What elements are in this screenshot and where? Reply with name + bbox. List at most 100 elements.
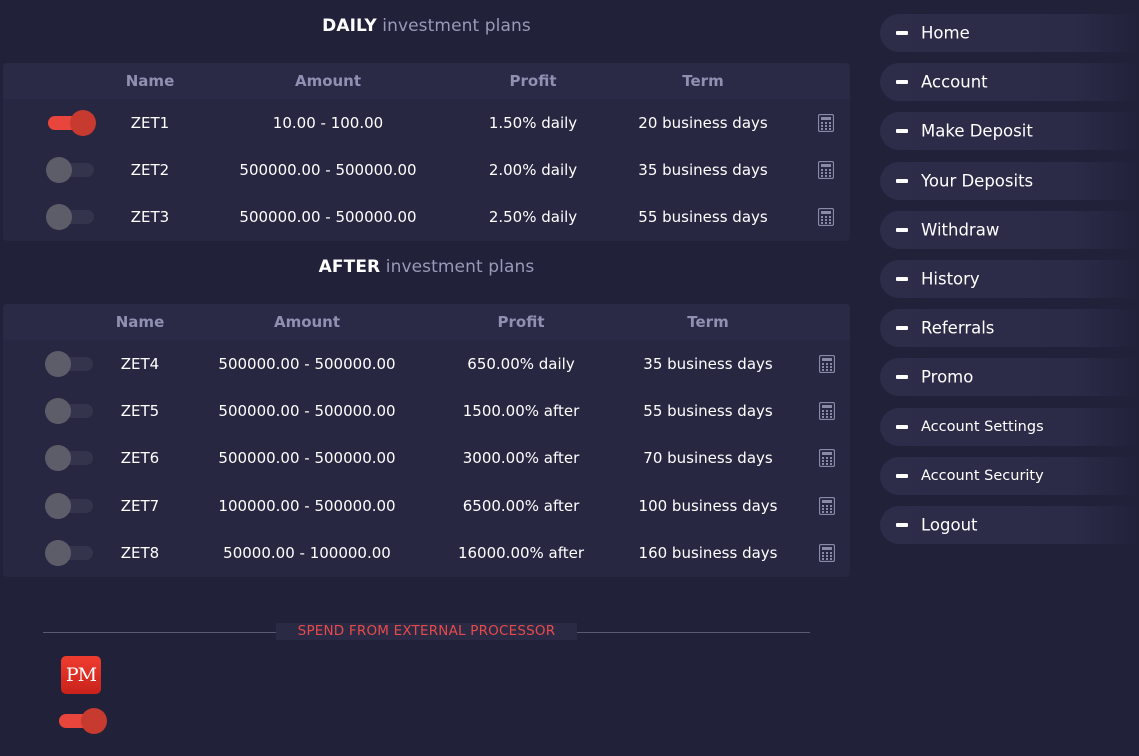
plan-select-toggle[interactable] xyxy=(45,445,93,472)
plan-select-toggle[interactable] xyxy=(45,492,93,519)
dash-icon xyxy=(896,522,908,527)
calculator-icon[interactable] xyxy=(818,496,836,515)
dash-icon xyxy=(896,80,908,85)
calculator-icon[interactable] xyxy=(817,113,835,132)
daily-plans-title: DAILY investment plans xyxy=(3,16,850,36)
dash-icon xyxy=(896,178,908,183)
sidebar-item-your-deposits[interactable]: Your Deposits xyxy=(880,161,1139,200)
table-row: ZET5 500000.00 - 500000.00 1500.00% after 5… xyxy=(3,387,850,434)
table-row: ZET7 100000.00 - 500000.00 6500.00% after 1… xyxy=(3,482,850,529)
sidebar-item-withdraw[interactable]: Withdraw xyxy=(880,210,1139,249)
toggle-knob xyxy=(46,204,72,231)
header-term: Term xyxy=(682,72,724,90)
plan-amount: 500000.00 - 500000.00 xyxy=(218,449,396,468)
sidebar-item-account-settings[interactable]: Account Settings xyxy=(880,407,1139,446)
toggle-knob xyxy=(46,157,72,184)
plan-name: ZET3 xyxy=(130,208,170,227)
header-term: Term xyxy=(687,313,729,331)
table-row: ZET6 500000.00 - 500000.00 3000.00% after 7… xyxy=(3,435,850,482)
calculator-icon[interactable] xyxy=(818,354,836,373)
plan-amount: 100000.00 - 500000.00 xyxy=(218,496,396,515)
sidebar-item-label: Your Deposits xyxy=(921,171,1034,191)
sidebar-item-account-security[interactable]: Account Security xyxy=(880,456,1139,495)
calculator-icon[interactable] xyxy=(818,449,836,468)
sidebar-item-promo[interactable]: Promo xyxy=(880,358,1139,397)
dash-icon xyxy=(896,227,908,232)
plan-profit: 650.00% daily xyxy=(467,354,575,373)
header-profit: Profit xyxy=(497,313,545,331)
sidebar-item-home[interactable]: Home xyxy=(880,14,1139,52)
dash-icon xyxy=(896,129,908,134)
plan-name: ZET4 xyxy=(120,354,160,373)
sidebar-item-logout[interactable]: Logout xyxy=(880,505,1139,544)
daily-table-body: ZET1 10.00 - 100.00 1.50% daily 20 business… xyxy=(3,99,850,241)
dash-icon xyxy=(896,31,908,35)
calculator-icon[interactable] xyxy=(818,544,836,563)
header-name: Name xyxy=(125,72,175,90)
header-amount: Amount xyxy=(273,313,341,331)
sidebar-item-label: Promo xyxy=(921,367,974,387)
plan-profit: 1.50% daily xyxy=(488,113,578,132)
sidebar-item-label: Make Deposit xyxy=(921,121,1033,141)
plan-select-toggle[interactable] xyxy=(48,109,96,136)
after-title-rest: investment plans xyxy=(385,257,535,277)
divider-right xyxy=(577,632,810,633)
plan-term: 35 business days xyxy=(638,161,768,180)
after-plans-table: Name Amount Profit Term ZET4 500000.00 - … xyxy=(3,304,850,577)
calculator-icon[interactable] xyxy=(817,208,835,227)
plan-amount: 500000.00 - 500000.00 xyxy=(239,161,417,180)
calculator-icon[interactable] xyxy=(817,160,835,180)
header-profit: Profit xyxy=(509,72,557,90)
sidebar-item-account[interactable]: Account xyxy=(880,63,1139,102)
table-row: ZET2 500000.00 - 500000.00 2.00% daily 35 b… xyxy=(3,146,850,193)
sidebar-item-label: Home xyxy=(921,23,970,43)
sidebar-menu: Home Account Make Deposit Your Deposits With… xyxy=(880,14,1139,555)
plan-profit: 1500.00% after xyxy=(462,402,580,421)
header-amount: Amount xyxy=(294,72,362,90)
dash-icon xyxy=(896,276,908,281)
sidebar-item-label: Account Settings xyxy=(921,418,1044,435)
plan-profit: 16000.00% after xyxy=(457,544,585,563)
sidebar-item-label: Logout xyxy=(921,515,978,535)
sidebar-item-referrals[interactable]: Referrals xyxy=(880,309,1139,348)
sidebar-item-label: Account xyxy=(921,72,988,92)
plan-amount: 500000.00 - 500000.00 xyxy=(239,208,417,227)
plan-select-toggle[interactable] xyxy=(45,350,93,377)
toggle-knob xyxy=(45,492,71,519)
sidebar-item-history[interactable]: History xyxy=(880,259,1139,298)
daily-table-header: Name Amount Profit Term xyxy=(3,63,850,99)
plan-amount: 500000.00 - 500000.00 xyxy=(218,402,396,421)
sidebar-item-label: Withdraw xyxy=(921,220,1000,240)
plan-name: ZET6 xyxy=(120,449,160,468)
perfect-money-logo[interactable]: PM xyxy=(61,656,101,694)
plan-term: 35 business days xyxy=(643,354,773,373)
external-processor-label: SPEND FROM EXTERNAL PROCESSOR xyxy=(276,623,577,640)
plan-name: ZET1 xyxy=(130,113,170,132)
table-row: ZET4 500000.00 - 500000.00 650.00% daily 35… xyxy=(3,340,850,387)
toggle-knob xyxy=(70,109,96,136)
plan-select-toggle[interactable] xyxy=(46,157,94,184)
divider-left xyxy=(43,632,276,633)
dash-icon xyxy=(896,375,908,380)
dash-icon xyxy=(896,473,908,478)
calculator-icon[interactable] xyxy=(818,401,836,421)
plan-term: 70 business days xyxy=(643,449,773,468)
after-table-header: Name Amount Profit Term xyxy=(3,304,850,340)
plan-name: ZET7 xyxy=(120,496,160,515)
plan-name: ZET5 xyxy=(120,402,160,421)
processor-toggle[interactable] xyxy=(59,708,107,734)
after-table-body: ZET4 500000.00 - 500000.00 650.00% daily 35… xyxy=(3,340,850,577)
toggle-knob xyxy=(45,350,71,377)
plan-select-toggle[interactable] xyxy=(45,398,93,425)
daily-title-rest: investment plans xyxy=(382,16,531,36)
sidebar-item-make-deposit[interactable]: Make Deposit xyxy=(880,112,1139,151)
header-name: Name xyxy=(115,313,165,331)
plan-select-toggle[interactable] xyxy=(45,540,93,567)
plan-select-toggle[interactable] xyxy=(46,204,94,231)
table-row: ZET1 10.00 - 100.00 1.50% daily 20 business… xyxy=(3,99,850,146)
plan-term: 20 business days xyxy=(638,113,768,132)
plan-term: 100 business days xyxy=(638,496,778,515)
dash-icon xyxy=(896,424,908,429)
plan-profit: 3000.00% after xyxy=(462,449,580,468)
main-content: DAILY investment plans Name Amount Profi… xyxy=(0,0,860,756)
